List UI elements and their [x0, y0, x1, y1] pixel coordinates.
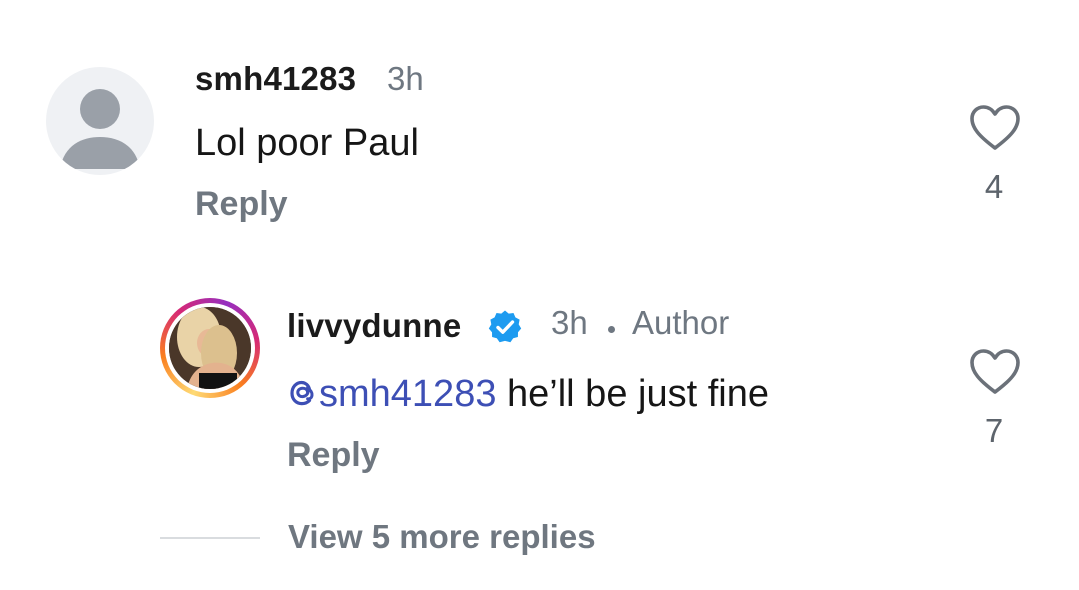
threads-at-icon [290, 380, 314, 406]
mention-link[interactable]: smh41283 [287, 373, 496, 415]
default-avatar-icon [60, 89, 140, 169]
like-button[interactable] [969, 104, 1021, 152]
avatar-default[interactable] [46, 67, 154, 175]
mention-username: smh41283 [319, 373, 497, 415]
reply-button[interactable]: Reply [195, 185, 288, 224]
reply-body: he’ll be just fine [496, 373, 769, 415]
reply-time: 3h [551, 304, 588, 341]
view-more-replies-button[interactable]: View 5 more replies [288, 518, 596, 556]
separator-dot [608, 326, 615, 333]
like-button[interactable] [969, 348, 1021, 396]
replies-divider-line [160, 537, 260, 539]
heart-outline-icon [970, 349, 1020, 394]
reply-username[interactable]: livvydunne [287, 307, 461, 345]
verified-badge-icon [487, 309, 523, 345]
comment-username[interactable]: smh41283 [195, 60, 356, 98]
comment-text: Lol poor Paul [195, 122, 419, 164]
heart-outline-icon [970, 105, 1020, 150]
author-tag: Author [632, 304, 730, 341]
reply-text: smh41283 he’ll be just fine [287, 373, 769, 416]
like-count: 7 [984, 412, 1004, 449]
like-count: 4 [984, 168, 1004, 205]
profile-photo-icon [169, 307, 251, 389]
avatar [169, 307, 251, 389]
comment-time: 3h [387, 60, 424, 97]
reply-button[interactable]: Reply [287, 436, 380, 475]
avatar-story-ring[interactable] [160, 298, 260, 398]
